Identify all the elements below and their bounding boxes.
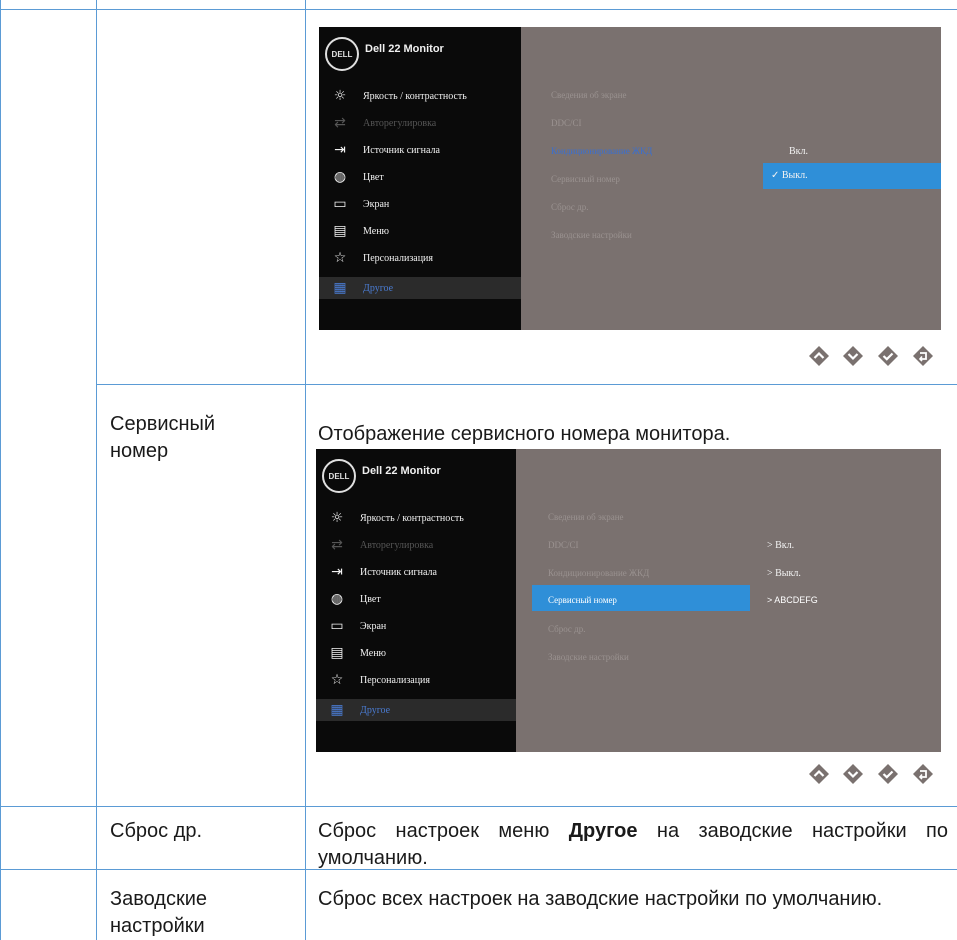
- color-icon: ◍: [330, 591, 344, 607]
- star-icon: ☆: [330, 672, 344, 688]
- down-icon: [843, 346, 863, 366]
- display-icon: ▭: [330, 618, 344, 634]
- submenu-factory-reset: Заводские настройки: [548, 652, 629, 662]
- color-icon: ◍: [333, 169, 347, 185]
- menu-item-display: ▭ Экран: [328, 615, 386, 637]
- star-icon: ☆: [333, 250, 347, 266]
- table-top-line: [0, 9, 957, 10]
- submenu-lcd-conditioning: Кондиционирование ЖКД: [548, 568, 650, 578]
- dell-logo: DELL: [325, 37, 359, 71]
- osd-screenshot-service-tag: DELL Dell 22 Monitor ☼ Яркость / контраст…: [316, 449, 941, 752]
- monitor-model: Dell 22 Monitor: [362, 465, 441, 477]
- table-border-col2: [305, 0, 306, 940]
- menu-name-bold: Другое: [568, 820, 638, 842]
- input-source-icon: ⇥: [331, 564, 343, 580]
- display-icon: ▭: [333, 196, 347, 212]
- row-desc-factory-reset: Сброс всех настроек на заводские настрой…: [318, 888, 883, 910]
- lcd-conditioning-value: > Выкл.: [767, 568, 801, 579]
- menu-item-color: ◍ Цвет: [331, 166, 384, 188]
- submenu-reset-other: Сброс др.: [551, 202, 589, 212]
- brightness-icon: ☼: [330, 510, 344, 526]
- table-border-left: [0, 0, 1, 940]
- osd-sidebar: DELL Dell 22 Monitor ☼ Яркость / контраст…: [319, 27, 521, 330]
- submenu-service-tag: Сервисный номер: [551, 174, 620, 184]
- submenu-factory-reset: Заводские настройки: [551, 230, 632, 240]
- option-off: ✓ Выкл.: [771, 170, 808, 181]
- menu-item-input-source: ⇥ Источник сигнала: [331, 139, 440, 161]
- table-row-line: [96, 384, 957, 385]
- submenu-lcd-conditioning: Кондиционирование ЖКД: [551, 146, 653, 156]
- row-label-service-tag: Сервисный номер: [110, 413, 216, 462]
- row-label-factory-reset: Заводские настройки: [110, 888, 208, 937]
- submenu-ddcci: DDC/CI: [551, 118, 582, 128]
- submenu-service-tag: Сервисный номер: [548, 595, 617, 605]
- menu-item-input-source: ⇥ Источник сигнала: [328, 561, 437, 583]
- menu-item-display: ▭ Экран: [331, 193, 389, 215]
- row-desc-reset-other: Сброс настроек меню Другое на заводские …: [318, 820, 949, 869]
- back-icon: [913, 764, 933, 784]
- auto-adjust-icon: ⇄: [334, 115, 346, 131]
- brightness-icon: ☼: [333, 88, 347, 104]
- monitor-model: Dell 22 Monitor: [365, 43, 444, 55]
- menu-item-other: ▦ Другое: [319, 277, 521, 299]
- menu-item-personalize: ☆ Персонализация: [331, 247, 433, 269]
- menu-icon: ▤: [333, 223, 347, 239]
- submenu-reset-other: Сброс др.: [548, 624, 586, 634]
- submenu-ddcci: DDC/CI: [548, 540, 579, 550]
- auto-adjust-icon: ⇄: [331, 537, 343, 553]
- menu-item-auto-adjust: ⇄ Авторегулировка: [331, 112, 436, 134]
- check-icon: [878, 764, 898, 784]
- dell-logo: DELL: [322, 459, 356, 493]
- ddcci-value: > Вкл.: [767, 540, 795, 551]
- back-icon: [913, 346, 933, 366]
- table-row-line: [0, 806, 957, 807]
- osd-sidebar: DELL Dell 22 Monitor ☼ Яркость / контраст…: [316, 449, 516, 752]
- other-icon: ▦: [330, 702, 344, 718]
- other-icon: ▦: [333, 280, 347, 296]
- up-icon: [809, 764, 829, 784]
- menu-item-auto-adjust: ⇄ Авторегулировка: [328, 534, 433, 556]
- menu-item-other: ▦ Другое: [316, 699, 516, 721]
- menu-item-menu: ▤ Меню: [328, 642, 386, 664]
- menu-item-menu: ▤ Меню: [331, 220, 389, 242]
- up-icon: [809, 346, 829, 366]
- menu-item-brightness: ☼ Яркость / контрастность: [331, 85, 467, 107]
- service-tag-value: > ABCDEFG: [767, 595, 818, 605]
- option-on: Вкл.: [789, 146, 809, 157]
- menu-item-brightness: ☼ Яркость / контрастность: [328, 507, 464, 529]
- menu-icon: ▤: [330, 645, 344, 661]
- table-border-col1: [96, 0, 97, 940]
- row-desc-service-tag: Отображение сервисного номера монитора.: [318, 423, 731, 445]
- menu-item-color: ◍ Цвет: [328, 588, 381, 610]
- row-label-reset-other: Сброс др.: [110, 820, 203, 842]
- submenu-display-info: Сведения об экране: [551, 90, 627, 100]
- down-icon: [843, 764, 863, 784]
- osd-screenshot-lcd-conditioning: DELL Dell 22 Monitor ☼ Яркость / контраст…: [319, 27, 941, 330]
- check-icon: [878, 346, 898, 366]
- menu-item-personalize: ☆ Персонализация: [328, 669, 430, 691]
- input-source-icon: ⇥: [334, 142, 346, 158]
- submenu-display-info: Сведения об экране: [548, 512, 624, 522]
